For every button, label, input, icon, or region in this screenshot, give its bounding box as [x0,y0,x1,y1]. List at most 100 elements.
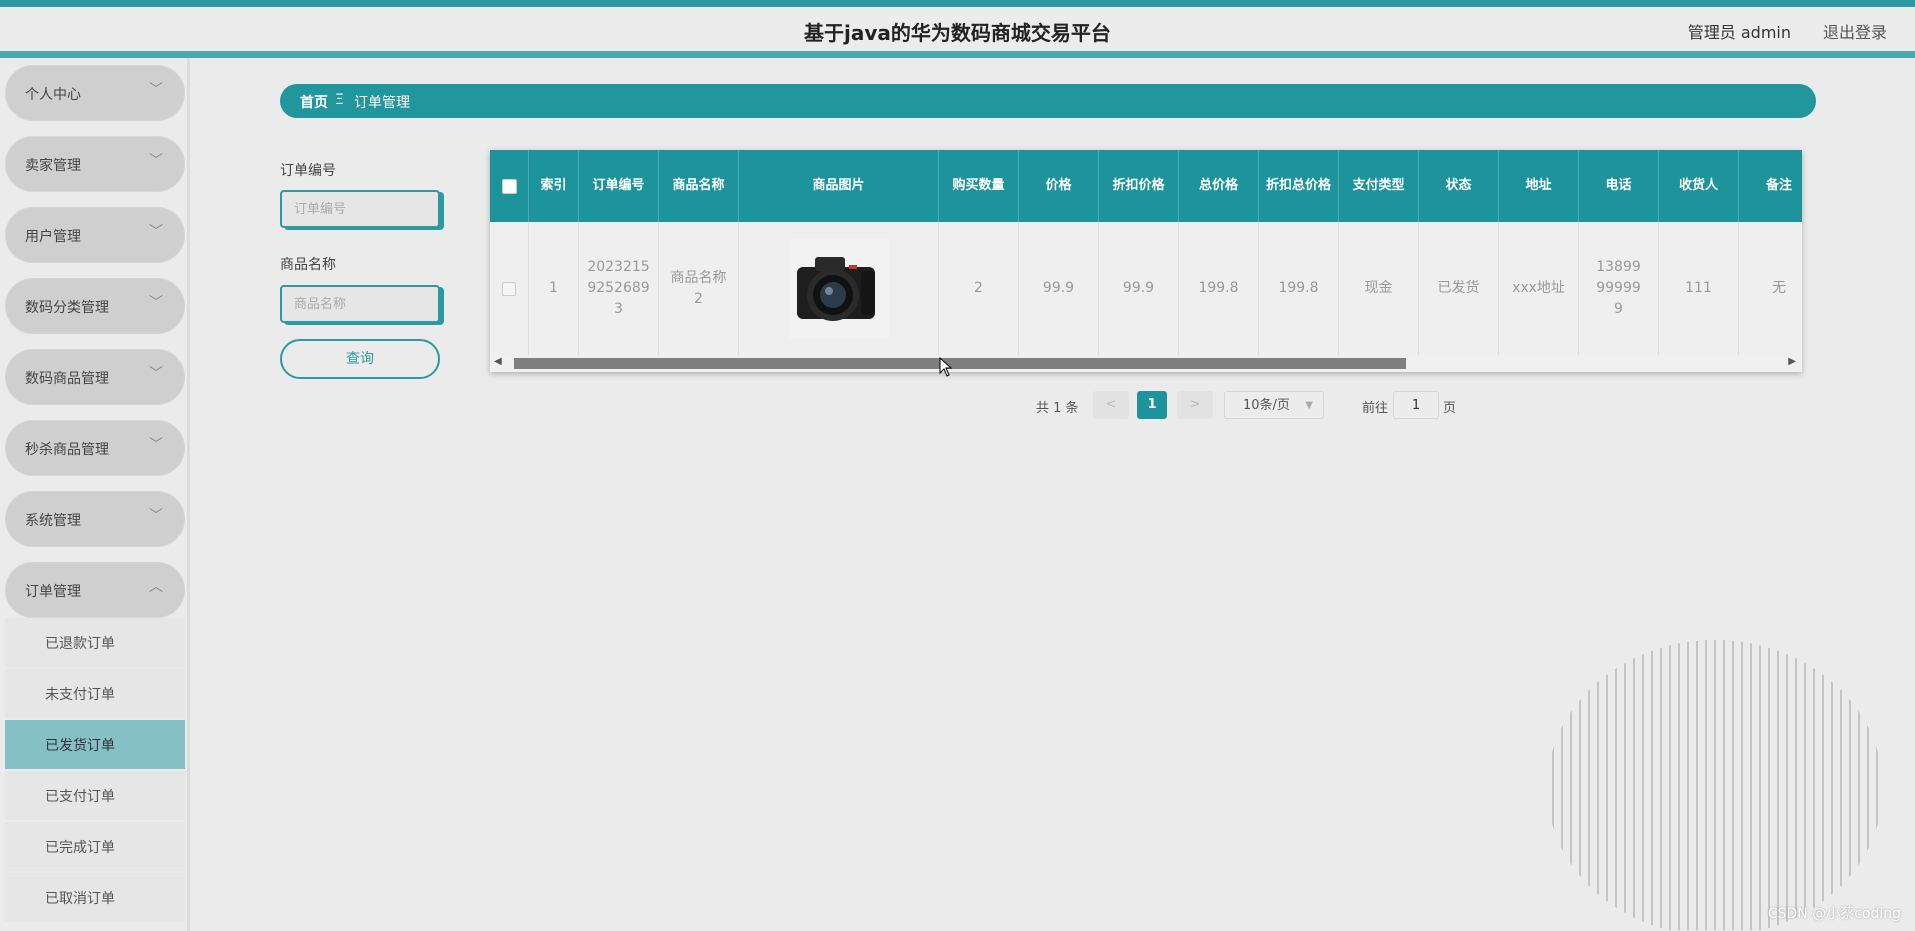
sidebar-item-label: 数码分类管理 [25,300,109,316]
column-header: 价格 [1019,150,1099,222]
submenu-item-shipped-orders[interactable]: 已发货订单 [5,720,185,769]
sidebar-item-system-management[interactable]: 系统管理 ﹀ [5,491,185,547]
cell-pay-type: 现金 [1339,222,1419,355]
column-header: 地址 [1499,150,1579,222]
orders-table: 索引 订单编号 商品名称 商品图片 购买数量 价格 折扣价格 总价格 折扣总价格… [490,150,1802,372]
column-header: 备注 [1765,178,1792,193]
column-header: 订单编号 [579,150,659,222]
cell-status: 已发货 [1419,222,1499,355]
sidebar-item-order-management[interactable]: 订单管理 ︿ [5,562,185,618]
app-title: 基于java的华为数码商城交易平台 [804,21,1111,45]
column-header: 索引 [529,150,579,222]
submenu-item-paid-orders[interactable]: 已支付订单 [5,771,185,820]
submenu-item-label: 已退款订单 [45,636,115,652]
order-no-input[interactable] [280,190,440,228]
chevron-down-icon: ﹀ [149,82,163,98]
cell-total: 199.8 [1179,222,1259,355]
submenu-item-label: 已完成订单 [45,840,115,856]
sidebar-item-label: 数码商品管理 [25,371,109,387]
page-size-value: 10条/页 [1243,398,1290,413]
chevron-down-icon: ﹀ [149,295,163,311]
scrollbar-thumb[interactable] [514,358,1406,369]
top-stripe [0,0,1915,7]
column-header: 折扣总价格 [1259,150,1339,222]
submenu-item-completed-orders[interactable]: 已完成订单 [5,822,185,871]
chevron-down-icon: ▼ [1305,400,1313,411]
column-header: 收货人 [1659,150,1739,222]
goto-prefix: 前往 [1362,401,1389,416]
row-checkbox[interactable] [502,281,516,296]
cell-order-no: 202321592526893 [579,222,659,355]
cell-discount-price: 99.9 [1099,222,1179,355]
decorative-striped-circle [1552,640,1878,930]
column-header: 支付类型 [1339,150,1419,222]
sidebar-item-label: 个人中心 [25,87,81,103]
scroll-left-icon[interactable]: ◀ [494,356,502,367]
sidebar-item-label: 用户管理 [25,229,81,245]
horizontal-scrollbar[interactable]: ◀ ▶ [490,355,1802,372]
cell-price: 99.9 [1019,222,1099,355]
cell-remark: 无 [1772,280,1786,296]
table-header: 索引 订单编号 商品名称 商品图片 购买数量 价格 折扣价格 总价格 折扣总价格… [490,150,1802,222]
mouse-cursor-icon [939,357,953,377]
page-size-select[interactable]: 10条/页 ▼ [1224,391,1324,419]
query-button[interactable]: 查询 [280,339,440,379]
column-header: 折扣价格 [1099,150,1179,222]
chevron-down-icon: ﹀ [149,224,163,240]
submenu-item-unpaid-orders[interactable]: 未支付订单 [5,669,185,718]
cell-index: 1 [529,222,579,355]
submenu-item-label: 已取消订单 [45,891,115,907]
cell-product-image [739,222,939,355]
total-count: 共 1 条 [1036,401,1079,416]
submenu-item-label: 已发货订单 [45,738,115,754]
sidebar-item-label: 系统管理 [25,513,81,529]
goto-page-input[interactable]: 1 [1393,391,1439,419]
sidebar: 个人中心 ﹀ 卖家管理 ﹀ 用户管理 ﹀ 数码分类管理 ﹀ 数码商品管理 ﹀ 秒… [0,58,190,931]
product-name-input[interactable] [280,285,440,323]
submenu-item-cancelled-orders[interactable]: 已取消订单 [5,873,185,922]
chevron-down-icon: ﹀ [149,508,163,524]
chevron-down-icon: ﹀ [149,366,163,382]
current-user: 管理员 admin [1687,23,1791,42]
column-header: 购买数量 [939,150,1019,222]
cell-quantity: 2 [939,222,1019,355]
sidebar-item-user-management[interactable]: 用户管理 ﹀ [5,207,185,263]
logout-link[interactable]: 退出登录 [1823,19,1887,43]
column-header: 状态 [1419,150,1499,222]
prev-page-button[interactable]: < [1093,391,1129,419]
sidebar-item-flash-sale-management[interactable]: 秒杀商品管理 ﹀ [5,420,185,476]
submenu-item-label: 已支付订单 [45,789,115,805]
sidebar-item-category-management[interactable]: 数码分类管理 ﹀ [5,278,185,334]
column-header: 商品图片 [739,150,939,222]
header-stripe [0,51,1915,58]
sidebar-item-seller-management[interactable]: 卖家管理 ﹀ [5,136,185,192]
page-number-1[interactable]: 1 [1137,391,1167,419]
scroll-right-icon[interactable]: ▶ [1788,356,1796,367]
watermark: CSDN @小蔡coding [1767,906,1901,922]
column-header: 商品名称 [659,150,739,222]
cell-phone: 13899999999 [1579,222,1659,355]
breadcrumb: 首页 Ξ 订单管理 [280,84,1816,118]
sidebar-item-label: 卖家管理 [25,158,81,174]
cell-receiver: 111 [1659,222,1739,355]
sidebar-item-product-management[interactable]: 数码商品管理 ﹀ [5,349,185,405]
order-no-label: 订单编号 [280,163,336,179]
submenu-item-refunded-orders[interactable]: 已退款订单 [5,618,185,667]
breadcrumb-separator-icon: Ξ [335,92,344,108]
row-select-cell [490,222,529,355]
sidebar-item-label: 秒杀商品管理 [25,442,109,458]
sidebar-item-personal-center[interactable]: 个人中心 ﹀ [5,65,185,121]
product-image[interactable] [788,238,889,339]
select-all-cell [490,150,529,222]
next-page-button[interactable]: > [1177,391,1213,419]
column-header: 电话 [1579,150,1659,222]
select-all-checkbox[interactable] [501,178,517,194]
breadcrumb-current: 订单管理 [354,95,410,111]
breadcrumb-home[interactable]: 首页 [300,92,328,112]
column-header: 总价格 [1179,150,1259,222]
chevron-down-icon: ﹀ [149,437,163,453]
submenu-item-label: 未支付订单 [45,687,115,703]
chevron-down-icon: ﹀ [149,153,163,169]
product-name-label: 商品名称 [280,257,336,273]
goto-suffix: 页 [1443,401,1457,416]
